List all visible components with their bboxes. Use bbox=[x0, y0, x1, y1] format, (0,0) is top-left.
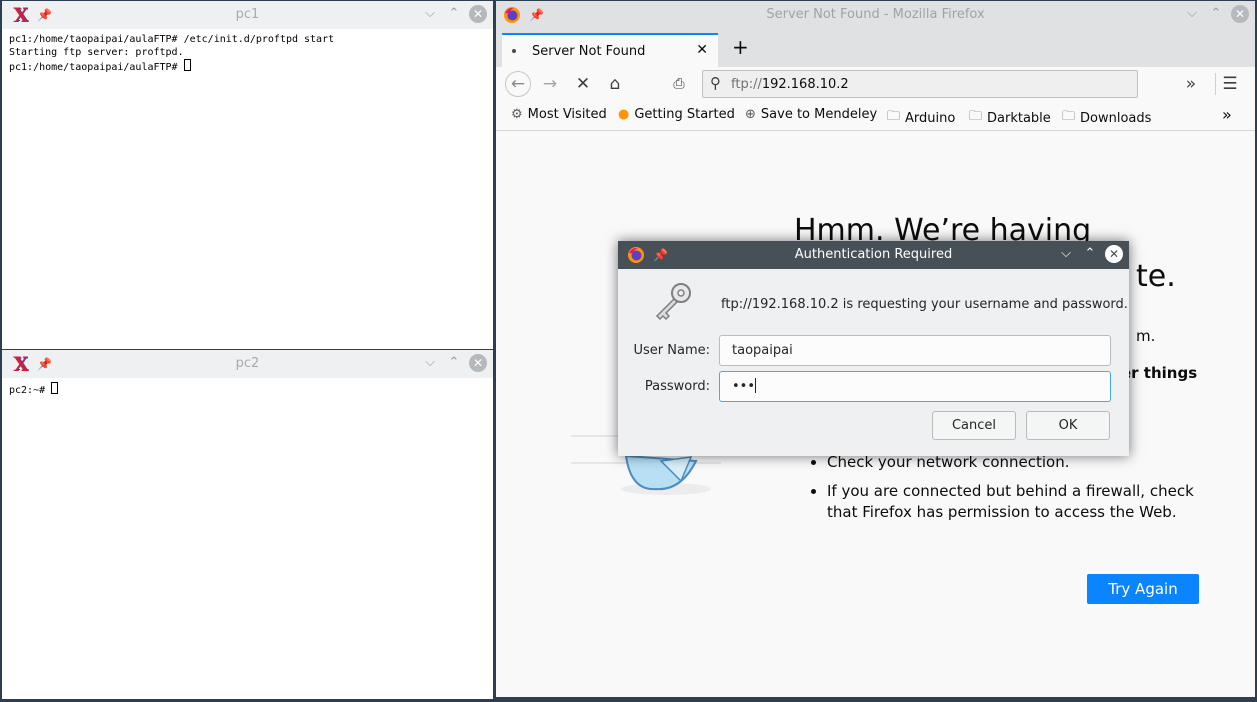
overflow-icon[interactable]: » bbox=[1178, 71, 1204, 97]
cancel-button[interactable]: Cancel bbox=[932, 411, 1016, 440]
close-icon[interactable]: ✕ bbox=[469, 354, 487, 372]
new-tab-icon[interactable]: + bbox=[732, 35, 749, 59]
close-icon[interactable]: ✕ bbox=[1105, 245, 1123, 263]
minimize-icon[interactable]: ⌵ bbox=[1057, 245, 1075, 263]
bookmark-save-to-mendeley[interactable]: ⊕ Save to Mendeley bbox=[745, 107, 877, 122]
terminal-titlebar[interactable]: XX 📌 pc2 ⌵ ⌃ ✕ bbox=[2, 350, 493, 378]
bookmark-getting-started[interactable]: ● Getting Started bbox=[618, 107, 735, 122]
terminal-output[interactable]: pc1:/home/taopaipai/aulaFTP# /etc/init.d… bbox=[2, 29, 493, 349]
minimize-icon[interactable]: ⌵ bbox=[421, 5, 439, 23]
terminal-prompt: pc1:/home/taopaipai/aulaFTP# bbox=[9, 59, 493, 74]
password-mask: ••• bbox=[732, 379, 756, 394]
forward-icon[interactable]: → bbox=[537, 71, 563, 97]
bookmark-most-visited[interactable]: ⚙ Most Visited bbox=[511, 107, 607, 122]
key-icon bbox=[655, 283, 691, 321]
tab-loading-icon bbox=[512, 49, 516, 53]
back-icon[interactable]: ← bbox=[505, 71, 531, 97]
error-title-continued: te. bbox=[1136, 259, 1176, 294]
terminal-line: Starting ftp server: proftpd. bbox=[9, 47, 184, 58]
gear-icon: ⚙ bbox=[511, 107, 523, 122]
terminal-output[interactable]: pc2:~# bbox=[2, 378, 493, 699]
tab-bar: Server Not Found ✕ + bbox=[496, 29, 1255, 67]
password-label: Password: bbox=[644, 379, 710, 394]
folder-icon: 🗀 bbox=[969, 109, 983, 124]
error-text: m. bbox=[1136, 327, 1156, 345]
folder-icon: 🗀 bbox=[1062, 109, 1076, 124]
username-label: User Name: bbox=[633, 343, 711, 358]
terminal-prompt: pc2:~# bbox=[9, 382, 493, 397]
close-icon[interactable]: ✕ bbox=[469, 5, 487, 23]
globe-icon: ⊕ bbox=[745, 107, 756, 122]
tab-label: Server Not Found bbox=[532, 43, 646, 59]
minimize-icon[interactable]: ⌵ bbox=[421, 354, 439, 372]
maximize-icon[interactable]: ⌃ bbox=[445, 354, 463, 372]
search-icon: ⚲ bbox=[710, 74, 721, 92]
maximize-icon[interactable]: ⌃ bbox=[1207, 5, 1225, 23]
error-subheading: er things bbox=[1121, 364, 1198, 382]
bookmarks-overflow-icon[interactable]: » bbox=[1222, 105, 1232, 124]
terminal-cursor bbox=[51, 382, 59, 394]
password-field[interactable]: ••• bbox=[719, 371, 1111, 402]
ok-button[interactable]: OK bbox=[1026, 411, 1110, 440]
window-title: Server Not Found - Mozilla Firefox bbox=[766, 7, 985, 22]
terminal-line: pc1:/home/taopaipai/aulaFTP# /etc/init.d… bbox=[9, 34, 335, 45]
url-bar[interactable]: ⚲ ftp://192.168.10.2 bbox=[702, 70, 1138, 98]
toolbar-divider bbox=[1215, 73, 1216, 95]
bookmark-downloads[interactable]: 🗀 Downloads bbox=[1062, 107, 1151, 129]
bookmarks-toolbar: ⚙ Most Visited ● Getting Started ⊕ Save to … bbox=[496, 101, 1255, 131]
tab-server-not-found[interactable]: Server Not Found ✕ bbox=[502, 33, 718, 67]
dialog-titlebar[interactable]: 📌 Authentication Required ⌵ ⌃ ✕ bbox=[618, 241, 1129, 269]
text-caret bbox=[755, 378, 757, 393]
dialog-title: Authentication Required bbox=[794, 247, 953, 262]
error-suggestions: Check your network connection. If you ar… bbox=[809, 452, 1207, 531]
firefox-logo-icon: ● bbox=[618, 107, 630, 122]
url-scheme: ftp:// bbox=[731, 76, 762, 92]
tab-close-icon[interactable]: ✕ bbox=[696, 42, 708, 58]
minimize-icon[interactable]: ⌵ bbox=[1183, 5, 1201, 23]
dialog-message: ftp://192.168.10.2 is requesting your us… bbox=[721, 297, 1128, 312]
username-field[interactable]: taopaipai bbox=[719, 335, 1111, 366]
menu-icon[interactable]: ☰ bbox=[1217, 71, 1243, 97]
home-icon[interactable]: ⌂ bbox=[602, 71, 628, 97]
terminal-window-pc1: XX 📌 pc1 ⌵ ⌃ ✕ pc1:/home/taopaipai/aulaF… bbox=[2, 1, 493, 349]
library-icon[interactable]: ⎙ bbox=[666, 71, 692, 97]
folder-icon: 🗀 bbox=[887, 109, 901, 124]
authentication-dialog: 📌 Authentication Required ⌵ ⌃ ✕ ftp://19… bbox=[618, 241, 1129, 456]
try-again-button[interactable]: Try Again bbox=[1087, 574, 1199, 604]
terminal-window-pc2: XX 📌 pc2 ⌵ ⌃ ✕ pc2:~# bbox=[2, 350, 493, 699]
bookmark-arduino[interactable]: 🗀 Arduino bbox=[887, 107, 955, 129]
nav-bar: ← → ✕ ⌂ ⎙ ⚲ ftp://192.168.10.2 » ☰ bbox=[496, 67, 1255, 101]
terminal-cursor bbox=[183, 59, 191, 71]
list-item: If you are connected but behind a firewa… bbox=[827, 481, 1207, 523]
maximize-icon[interactable]: ⌃ bbox=[445, 5, 463, 23]
bookmark-darktable[interactable]: 🗀 Darktable bbox=[969, 107, 1051, 129]
maximize-icon[interactable]: ⌃ bbox=[1081, 245, 1099, 263]
close-icon[interactable]: ✕ bbox=[1231, 5, 1249, 23]
terminal-titlebar[interactable]: XX 📌 pc1 ⌵ ⌃ ✕ bbox=[2, 1, 493, 29]
window-title: pc2 bbox=[235, 356, 260, 371]
window-title: pc1 bbox=[235, 7, 260, 22]
stop-icon[interactable]: ✕ bbox=[570, 71, 596, 97]
url-host: 192.168.10.2 bbox=[761, 76, 849, 92]
firefox-titlebar[interactable]: 📌 Server Not Found - Mozilla Firefox ⌵ ⌃… bbox=[496, 1, 1255, 29]
